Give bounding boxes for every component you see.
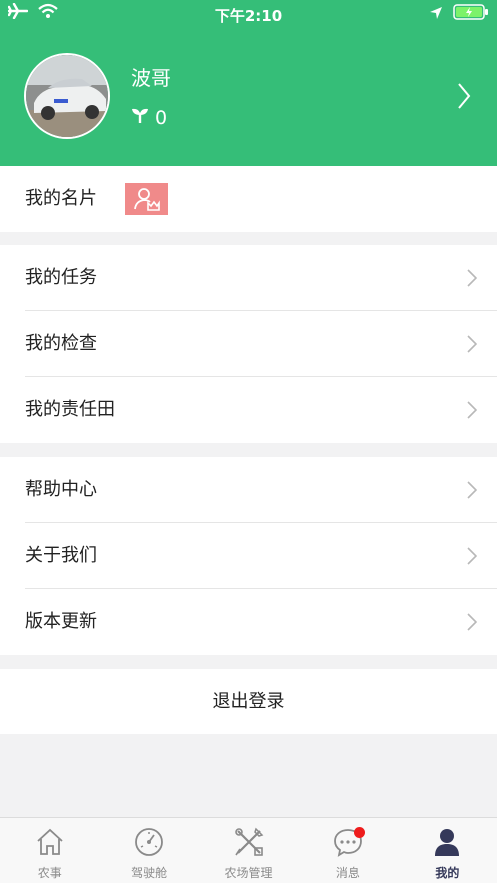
my-fields-row[interactable]: 我的责任田 bbox=[0, 377, 497, 443]
tab-mine[interactable]: 我的 bbox=[398, 818, 497, 883]
chevron-right-icon bbox=[467, 401, 478, 423]
tab-messages[interactable]: 消息 bbox=[298, 818, 397, 883]
tab-label: 农事 bbox=[37, 866, 62, 880]
tab-cockpit[interactable]: 驾驶舱 bbox=[99, 818, 198, 883]
my-tasks-label: 我的任务 bbox=[25, 267, 97, 288]
help-center-label: 帮助中心 bbox=[25, 479, 97, 500]
dashboard-icon bbox=[134, 827, 164, 861]
user-card-icon bbox=[125, 183, 168, 215]
chevron-right-icon bbox=[467, 481, 478, 503]
battery-icon bbox=[453, 4, 489, 24]
tab-label: 消息 bbox=[335, 866, 360, 880]
tab-farming[interactable]: 农事 bbox=[0, 818, 99, 883]
location-arrow-icon bbox=[429, 5, 443, 24]
avatar[interactable] bbox=[24, 53, 110, 139]
tab-label: 农场管理 bbox=[224, 866, 273, 880]
my-tasks-row[interactable]: 我的任务 bbox=[0, 245, 497, 311]
help-section: 帮助中心 关于我们 版本更新 bbox=[0, 457, 497, 655]
chevron-right-icon bbox=[467, 613, 478, 635]
my-fields-label: 我的责任田 bbox=[25, 399, 115, 420]
version-update-row[interactable]: 版本更新 bbox=[0, 589, 497, 655]
profile-header[interactable]: 波哥 0 bbox=[0, 28, 497, 166]
user-icon bbox=[432, 827, 462, 861]
sprout-icon bbox=[131, 106, 149, 129]
chevron-right-icon bbox=[467, 269, 478, 291]
task-section: 我的任务 我的检查 我的责任田 bbox=[0, 245, 497, 443]
my-card-row[interactable]: 我的名片 bbox=[0, 166, 497, 232]
tab-farm-management[interactable]: 农场管理 bbox=[199, 818, 298, 883]
tools-icon bbox=[234, 827, 264, 861]
home-icon bbox=[35, 827, 65, 861]
about-us-label: 关于我们 bbox=[25, 545, 97, 566]
help-center-row[interactable]: 帮助中心 bbox=[0, 457, 497, 523]
points: 0 bbox=[131, 106, 167, 129]
version-update-label: 版本更新 bbox=[25, 611, 97, 632]
user-name: 波哥 bbox=[131, 66, 171, 90]
card-section: 我的名片 bbox=[0, 166, 497, 232]
tab-label: 驾驶舱 bbox=[131, 866, 168, 880]
logout-button[interactable]: 退出登录 bbox=[0, 669, 497, 734]
chevron-right-icon bbox=[467, 547, 478, 569]
notification-dot bbox=[354, 827, 366, 838]
tab-label: 我的 bbox=[435, 866, 460, 880]
chevron-right-icon bbox=[467, 335, 478, 357]
my-card-label: 我的名片 bbox=[25, 188, 97, 209]
tab-bar: 农事 驾驶舱 农场管理 消息 我的 bbox=[0, 817, 497, 883]
status-bar: 下午2:10 bbox=[0, 0, 497, 28]
my-inspections-row[interactable]: 我的检查 bbox=[0, 311, 497, 377]
about-us-row[interactable]: 关于我们 bbox=[0, 523, 497, 589]
my-inspections-label: 我的检查 bbox=[25, 333, 97, 354]
status-time: 下午2:10 bbox=[214, 7, 283, 25]
chevron-right-icon[interactable] bbox=[457, 82, 471, 114]
points-value: 0 bbox=[155, 106, 168, 129]
